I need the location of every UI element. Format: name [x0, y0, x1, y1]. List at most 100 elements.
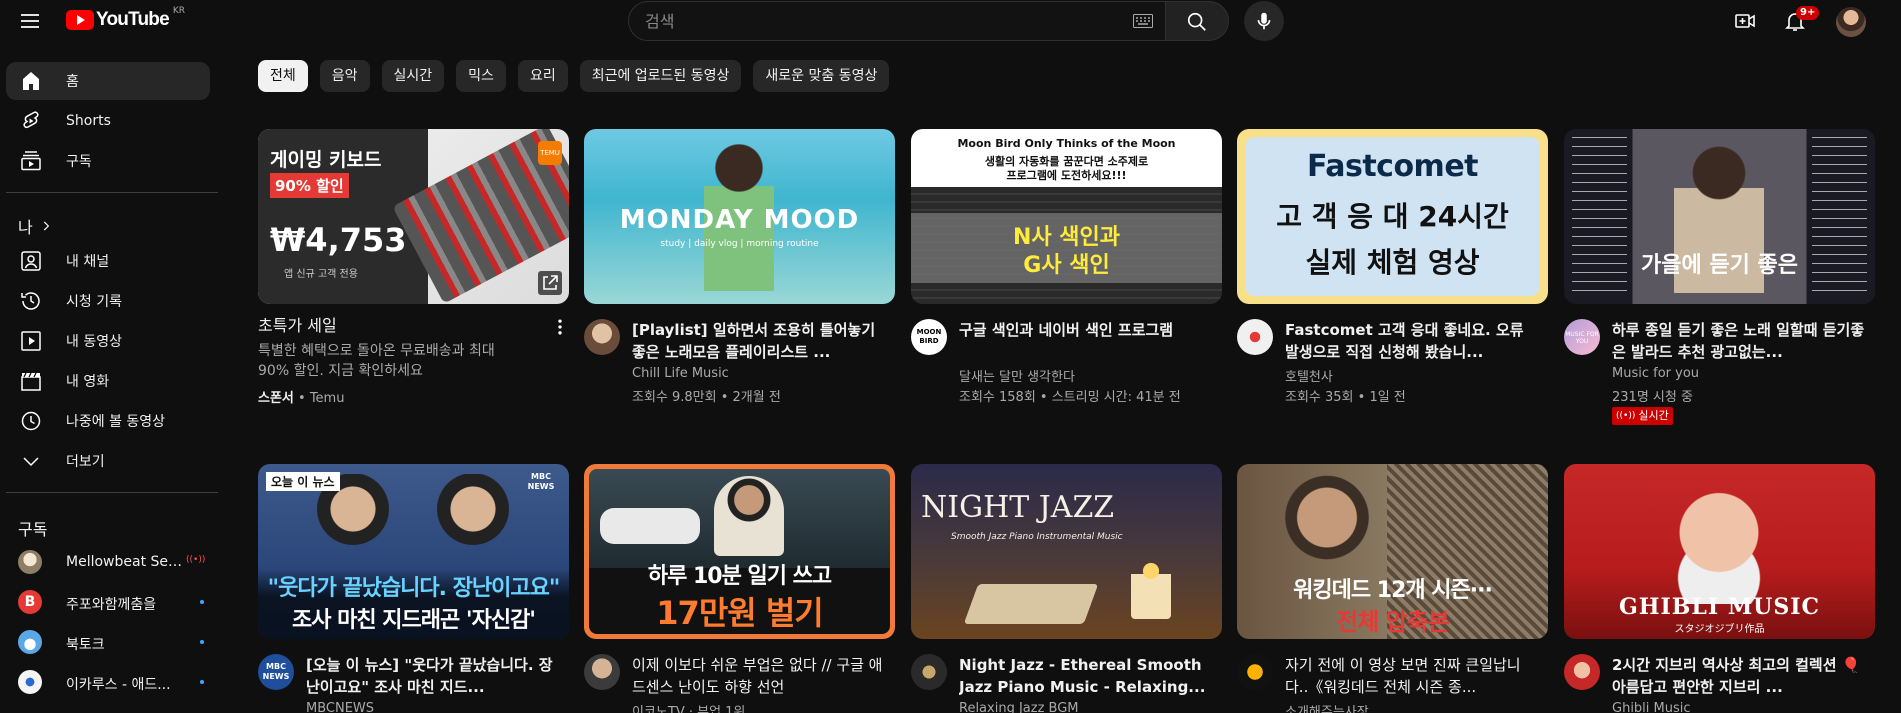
chip-mixes[interactable]: 믹스 — [456, 60, 506, 92]
subscription-item[interactable]: 북토크 — [6, 623, 210, 661]
new-content-dot — [200, 640, 204, 644]
ad-title[interactable]: 초특가 세일 — [258, 315, 512, 337]
more-actions-icon[interactable] — [550, 317, 570, 337]
video-thumbnail[interactable]: Fastcomet 고 객 응 대 24시간 실제 체험 영상 — [1237, 129, 1548, 304]
chip-cooking[interactable]: 요리 — [517, 60, 568, 92]
sidebar-item-label: 구독 — [66, 154, 92, 170]
menu-icon[interactable] — [18, 9, 42, 33]
video-thumbnail[interactable]: GHIBLI MUSIC スタジオジブリ作品 — [1564, 464, 1875, 639]
thumb-headline: NIGHT JAZZ — [921, 490, 1115, 525]
channel-name[interactable]: Music for you — [1612, 366, 1699, 381]
sidebar-you-header[interactable]: 나 — [18, 214, 53, 238]
thumb-headline: Fastcomet — [1306, 149, 1479, 184]
channel-avatar: MOON BIRD — [911, 319, 947, 355]
external-link-icon[interactable] — [538, 271, 562, 295]
sidebar-item-your-movies[interactable]: 내 영화 — [6, 362, 210, 400]
subscription-item[interactable]: 이카루스 - 애드... — [6, 663, 210, 701]
video-thumbnail[interactable]: MONDAY MOOD study | daily vlog | morning… — [584, 129, 895, 304]
sidebar-item-subscriptions[interactable]: 구독 — [6, 142, 210, 180]
channel-avatar — [1237, 319, 1273, 355]
chip-recently-uploaded[interactable]: 최근에 업로드된 동영상 — [579, 60, 742, 92]
sidebar-item-label: 내 동영상 — [66, 334, 122, 350]
sidebar-item-label: 내 영화 — [66, 374, 110, 390]
person-figure — [714, 476, 784, 556]
sidebar-item-label: 내 채널 — [66, 254, 110, 270]
channel-name[interactable]: MBCNEWS — [306, 701, 374, 713]
channel-avatar — [584, 319, 620, 355]
search-icon — [1187, 12, 1206, 31]
book-image — [963, 584, 1099, 624]
video-title[interactable]: Fastcomet 고객 응대 좋네요. 오류 발생으로 직접 신청해 봤습니.… — [1285, 319, 1539, 363]
thumb-headline: 17만원 벌기 — [656, 594, 823, 632]
channel-name[interactable]: 소개해주는사장 — [1285, 701, 1369, 713]
chip-live[interactable]: 실시간 — [381, 60, 445, 92]
sidebar-item-shorts[interactable]: Shorts — [6, 102, 210, 140]
chevron-right-icon — [43, 221, 49, 231]
thumb-headline: "웃다가 끝났습니다. 장난이고요" — [267, 576, 561, 601]
keyboard-icon[interactable] — [1133, 14, 1153, 28]
video-thumbnail[interactable]: TEMU 게이밍 키보드 90% 할인 ₩4,753 앱 신규 고객 전용 — [258, 129, 569, 304]
notification-count-badge: 9+ — [1796, 6, 1820, 20]
search-button[interactable] — [1165, 1, 1229, 41]
subscription-name: 북토크 — [66, 637, 105, 653]
video-title[interactable]: [Playlist] 일하면서 조용히 틀어놓기 좋은 노래모음 플레이리스트 … — [632, 319, 886, 363]
video-thumbnail[interactable]: NIGHT JAZZ Smooth Jazz Piano Instrumenta… — [911, 464, 1222, 639]
video-title[interactable]: 이제 이보다 쉬운 부업은 없다 // 구글 애드센스 난이도 하향 선언 — [632, 654, 886, 698]
channel-name[interactable]: Chill Life Music — [632, 366, 729, 381]
home-icon — [23, 72, 39, 90]
sidebar-item-show-more[interactable]: 더보기 — [6, 442, 210, 480]
thumb-subtitle: study | daily vlog | morning routine — [660, 239, 819, 249]
my-videos-icon — [21, 331, 41, 351]
video-title[interactable]: 하루 종일 듣기 좋은 노래 일할때 듣기좋은 발라드 추천 광고없는... — [1612, 319, 1866, 363]
voice-search-button[interactable] — [1244, 1, 1284, 41]
video-thumbnail[interactable]: 가을에 듣기 좋은 — [1564, 129, 1875, 304]
video-thumbnail[interactable]: 오늘 이 뉴스 MBC NEWS "웃다가 끝났습니다. 장난이고요" 조사 마… — [258, 464, 569, 639]
channel-name[interactable]: Ghibli Music — [1612, 701, 1691, 713]
video-title[interactable]: 2시간 지브리 역사상 최고의 컬렉션 🎈 아름답고 편안한 지브리 ... — [1612, 654, 1866, 698]
live-badge: ((•)) 실시간 — [1612, 407, 1673, 425]
country-code: KR — [172, 6, 186, 16]
sidebar-divider — [6, 492, 218, 493]
thumb-headline: 가을에 듣기 좋은 — [1641, 253, 1798, 278]
chip-all[interactable]: 전체 — [258, 60, 308, 92]
video-stats: 231명 시청 중 — [1612, 390, 1693, 405]
sidebar-item-your-videos[interactable]: 내 동영상 — [6, 322, 210, 360]
sidebar-item-your-channel[interactable]: 내 채널 — [6, 242, 210, 280]
subscriptions-icon — [21, 151, 41, 171]
watch-later-icon — [21, 411, 41, 431]
channel-name[interactable]: 달새는 달만 생각한다 — [959, 366, 1075, 385]
subscription-item[interactable]: B 주포와함께춤을 — [6, 583, 210, 621]
new-content-dot — [200, 680, 204, 684]
chat-bubble — [600, 508, 700, 544]
chip-music[interactable]: 음악 — [319, 60, 370, 92]
channel-avatar — [584, 654, 620, 690]
video-thumbnail[interactable]: 워킹데드 12개 시즌··· 전체 압축본 — [1237, 464, 1548, 639]
advertiser-name[interactable]: Temu — [310, 391, 345, 406]
news-tag: 오늘 이 뉴스 — [266, 472, 340, 491]
chip-new-to-you[interactable]: 새로운 맞춤 동영상 — [753, 60, 890, 92]
search-input[interactable] — [629, 2, 1099, 40]
sidebar-item-watch-later[interactable]: 나중에 볼 동영상 — [6, 402, 210, 440]
ad-description: 특별한 혜택으로 돌아온 무료배송과 최대 90% 할인. 지금 확인하세요 — [258, 343, 495, 379]
channel-name[interactable]: Relaxing Jazz BGM — [959, 701, 1079, 713]
sidebar-item-history[interactable]: 시청 기록 — [6, 282, 210, 320]
video-thumbnail[interactable]: Moon Bird Only Thinks of the Moon 생활의 자동… — [911, 129, 1222, 304]
channel-name[interactable]: 이코노TV · 부업 1위 — [632, 701, 745, 713]
channel-avatar: MBC NEWS — [258, 654, 294, 690]
thumb-headline: 하루 10분 일기 쓰고 — [647, 564, 832, 589]
video-title[interactable]: Night Jazz - Ethereal Smooth Jazz Piano … — [959, 654, 1213, 698]
youtube-logo[interactable]: YouTube KR — [66, 6, 185, 31]
movies-icon — [21, 372, 41, 391]
video-title[interactable]: 구글 색인과 네이버 색인 프로그램 — [959, 319, 1213, 341]
video-stats: 조회수 35회 • 1일 전 — [1285, 390, 1406, 405]
video-title[interactable]: 자기 전에 이 영상 보면 진짜 큰일납니다..《워킹데드 전체 시즌 종... — [1285, 654, 1539, 698]
video-thumbnail[interactable]: 하루 10분 일기 쓰고 17만원 벌기 — [584, 464, 895, 639]
channel-name[interactable]: 호텔천사 — [1285, 366, 1333, 385]
channel-avatar — [18, 670, 42, 694]
video-title[interactable]: [오늘 이 뉴스] "웃다가 끝났습니다. 장난이고요" 조사 마친 지드... — [306, 654, 560, 698]
create-icon[interactable] — [1733, 9, 1757, 33]
sidebar-item-label: 시청 기록 — [66, 294, 122, 310]
sidebar-item-home[interactable]: 홈 — [6, 62, 210, 100]
subscription-item[interactable]: Mellowbeat Seek... ((•)) — [6, 543, 210, 581]
account-avatar[interactable] — [1836, 7, 1866, 37]
